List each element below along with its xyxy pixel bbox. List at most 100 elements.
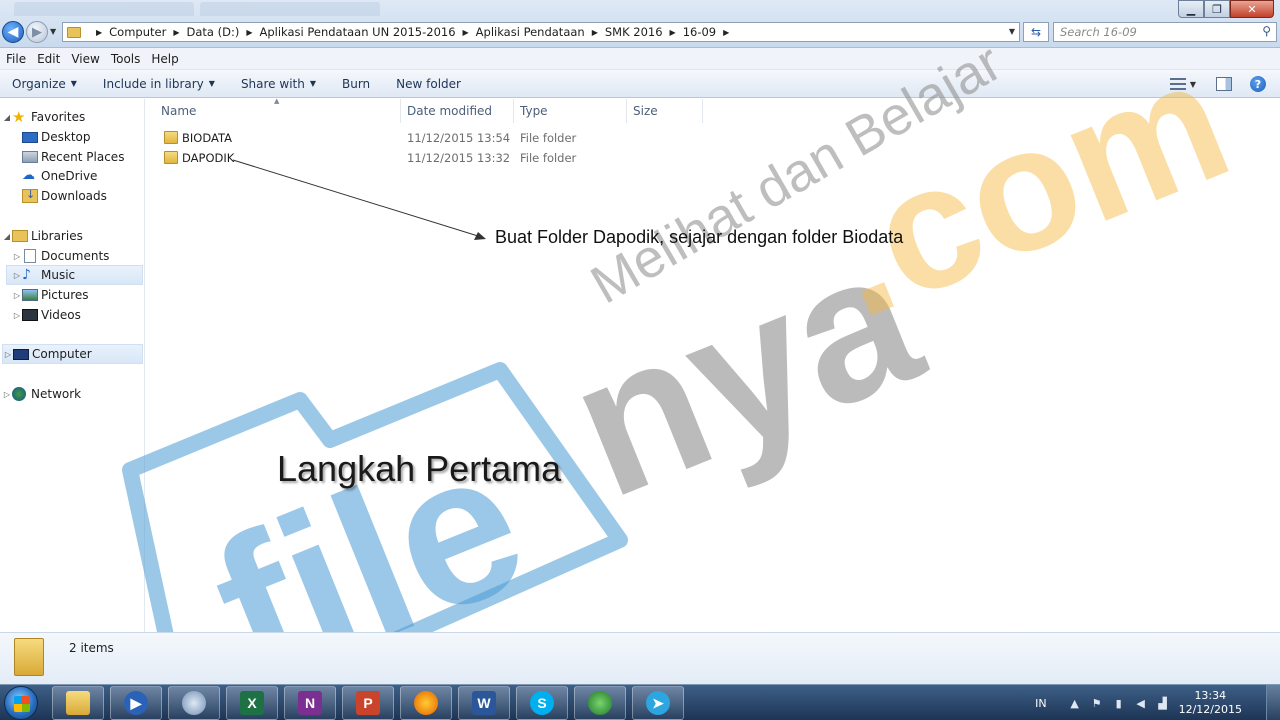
file-name: DAPODIK xyxy=(182,151,235,165)
media-player-icon: ▶ xyxy=(124,691,148,715)
taskbar-word[interactable]: W xyxy=(458,686,510,720)
share-with-button[interactable]: Share with ▼ xyxy=(241,77,316,91)
volume-muted-icon[interactable]: ◀ xyxy=(1135,697,1147,710)
breadcrumb-smk-2016[interactable]: SMK 2016 xyxy=(605,25,663,39)
nav-favorites[interactable]: ◢ ★ Favorites xyxy=(2,107,85,127)
taskbar-idm[interactable] xyxy=(574,686,626,720)
chevron-right-icon[interactable]: ▶ xyxy=(96,28,102,37)
nav-label: Network xyxy=(31,387,82,401)
back-button[interactable]: ◀ xyxy=(2,21,24,43)
breadcrumb-computer[interactable]: Computer xyxy=(109,25,166,39)
recent-pages-dropdown[interactable]: ▼ xyxy=(50,27,56,36)
column-header-date-modified[interactable]: Date modified xyxy=(401,99,514,123)
minimize-button[interactable]: ▁ xyxy=(1178,0,1204,18)
nav-music[interactable]: ▷ ♪ Music xyxy=(6,265,143,285)
downloads-icon xyxy=(22,188,38,203)
chevron-right-icon[interactable]: ▶ xyxy=(723,28,729,37)
nav-computer[interactable]: ▷ Computer xyxy=(2,344,143,364)
nav-recent-places[interactable]: Recent Places xyxy=(22,147,124,167)
start-button[interactable] xyxy=(4,686,38,720)
taskbar-media-player[interactable]: ▶ xyxy=(110,686,162,720)
taskbar-skype[interactable]: S xyxy=(516,686,568,720)
language-indicator[interactable]: IN xyxy=(1035,697,1046,710)
preview-pane-icon[interactable] xyxy=(1216,77,1232,91)
expand-arrow-icon[interactable]: ▷ xyxy=(12,252,22,261)
expand-arrow-icon[interactable]: ▷ xyxy=(12,311,22,320)
expand-arrow-icon[interactable]: ▷ xyxy=(12,291,22,300)
collapse-arrow-icon[interactable]: ◢ xyxy=(2,232,12,241)
menu-help[interactable]: Help xyxy=(146,52,183,66)
battery-icon[interactable]: ▮ xyxy=(1113,697,1125,710)
show-hidden-icons-icon[interactable]: ▲ xyxy=(1069,697,1081,710)
taskbar-firefox[interactable] xyxy=(400,686,452,720)
organize-label: Organize xyxy=(12,76,66,91)
taskbar-explorer[interactable] xyxy=(52,686,104,720)
include-in-library-button[interactable]: Include in library ▼ xyxy=(103,77,215,91)
change-view-icon[interactable] xyxy=(1169,78,1186,90)
taskbar-telegram[interactable]: ➤ xyxy=(632,686,684,720)
burn-button[interactable]: Burn xyxy=(342,77,370,91)
collapse-arrow-icon[interactable]: ◢ xyxy=(2,113,12,122)
nav-documents[interactable]: ▷ Documents xyxy=(12,246,109,266)
chevron-right-icon[interactable]: ▶ xyxy=(592,28,598,37)
column-header-type[interactable]: Type xyxy=(514,99,627,123)
address-bar[interactable]: ▶ Computer ▶ Data (D:) ▶ Aplikasi Pendat… xyxy=(62,22,1020,42)
nav-downloads[interactable]: Downloads xyxy=(22,186,107,206)
refresh-button[interactable]: ⇆ xyxy=(1023,22,1049,42)
folder-icon xyxy=(67,26,81,38)
expand-arrow-icon[interactable]: ▷ xyxy=(12,271,22,280)
taskbar-onenote[interactable]: N xyxy=(284,686,336,720)
breadcrumb-data-drive[interactable]: Data (D:) xyxy=(186,25,239,39)
show-desktop-button[interactable] xyxy=(1266,685,1280,720)
menu-edit[interactable]: Edit xyxy=(32,52,65,66)
menu-tools[interactable]: Tools xyxy=(106,52,146,66)
action-center-flag-icon[interactable]: ⚑ xyxy=(1091,697,1103,710)
explorer-icon xyxy=(66,691,90,715)
column-header-name[interactable]: ▲ Name xyxy=(146,97,401,123)
firefox-icon xyxy=(414,691,438,715)
forward-button[interactable]: ▶ xyxy=(26,21,48,43)
chevron-down-icon[interactable]: ▼ xyxy=(1190,80,1196,89)
chevron-right-icon[interactable]: ▶ xyxy=(173,28,179,37)
skype-icon: S xyxy=(530,691,554,715)
taskbar-thunderbird[interactable] xyxy=(168,686,220,720)
nav-libraries[interactable]: ◢ Libraries xyxy=(2,226,83,246)
taskbar-excel[interactable]: X xyxy=(226,686,278,720)
search-icon[interactable]: ⚲ xyxy=(1262,24,1271,38)
organize-button[interactable]: Organize ▼ xyxy=(12,77,77,91)
chevron-right-icon[interactable]: ▶ xyxy=(246,28,252,37)
network-signal-icon[interactable]: ▟ xyxy=(1157,697,1169,710)
expand-arrow-icon[interactable]: ▷ xyxy=(2,390,12,399)
system-tray: IN ▲ ⚑ ▮ ◀ ▟ 13:34 12/12/2015 xyxy=(1035,685,1280,720)
file-row-biodata[interactable]: BIODATA 11/12/2015 13:54 File folder xyxy=(146,128,746,148)
menu-bar: File Edit View Tools Help xyxy=(0,48,1280,70)
taskbar-powerpoint[interactable]: P xyxy=(342,686,394,720)
nav-pictures[interactable]: ▷ Pictures xyxy=(12,285,89,305)
nav-network[interactable]: ▷ Network xyxy=(2,384,81,404)
nav-desktop[interactable]: Desktop xyxy=(22,127,91,147)
file-row-dapodik[interactable]: DAPODIK 11/12/2015 13:32 File folder xyxy=(146,148,746,168)
menu-view[interactable]: View xyxy=(66,52,104,66)
clock[interactable]: 13:34 12/12/2015 xyxy=(1179,689,1242,717)
breadcrumb-aplikasi-pendataan[interactable]: Aplikasi Pendataan xyxy=(476,25,585,39)
nav-videos[interactable]: ▷ Videos xyxy=(12,305,81,325)
download-manager-icon xyxy=(588,691,612,715)
folder-icon xyxy=(14,638,44,676)
nav-label: Documents xyxy=(41,249,110,263)
maximize-button[interactable]: ❐ xyxy=(1204,0,1230,18)
address-dropdown-icon[interactable]: ▼ xyxy=(1009,27,1015,36)
nav-label: Recent Places xyxy=(41,150,125,164)
nav-onedrive[interactable]: ☁ OneDrive xyxy=(22,166,97,186)
expand-arrow-icon[interactable]: ▷ xyxy=(3,350,13,359)
breadcrumb-aplikasi-un[interactable]: Aplikasi Pendataan UN 2015-2016 xyxy=(259,25,455,39)
chevron-right-icon[interactable]: ▶ xyxy=(670,28,676,37)
new-folder-button[interactable]: New folder xyxy=(396,77,461,91)
menu-file[interactable]: File xyxy=(1,52,31,66)
chevron-right-icon[interactable]: ▶ xyxy=(463,28,469,37)
help-icon[interactable]: ? xyxy=(1250,76,1266,92)
column-header-size[interactable]: Size xyxy=(627,99,703,123)
search-input[interactable]: Search 16-09 ⚲ xyxy=(1053,22,1277,42)
close-button[interactable]: ✕ xyxy=(1230,0,1274,18)
breadcrumb-16-09[interactable]: 16-09 xyxy=(683,25,716,39)
window-controls: ▁ ❐ ✕ xyxy=(1178,0,1274,18)
